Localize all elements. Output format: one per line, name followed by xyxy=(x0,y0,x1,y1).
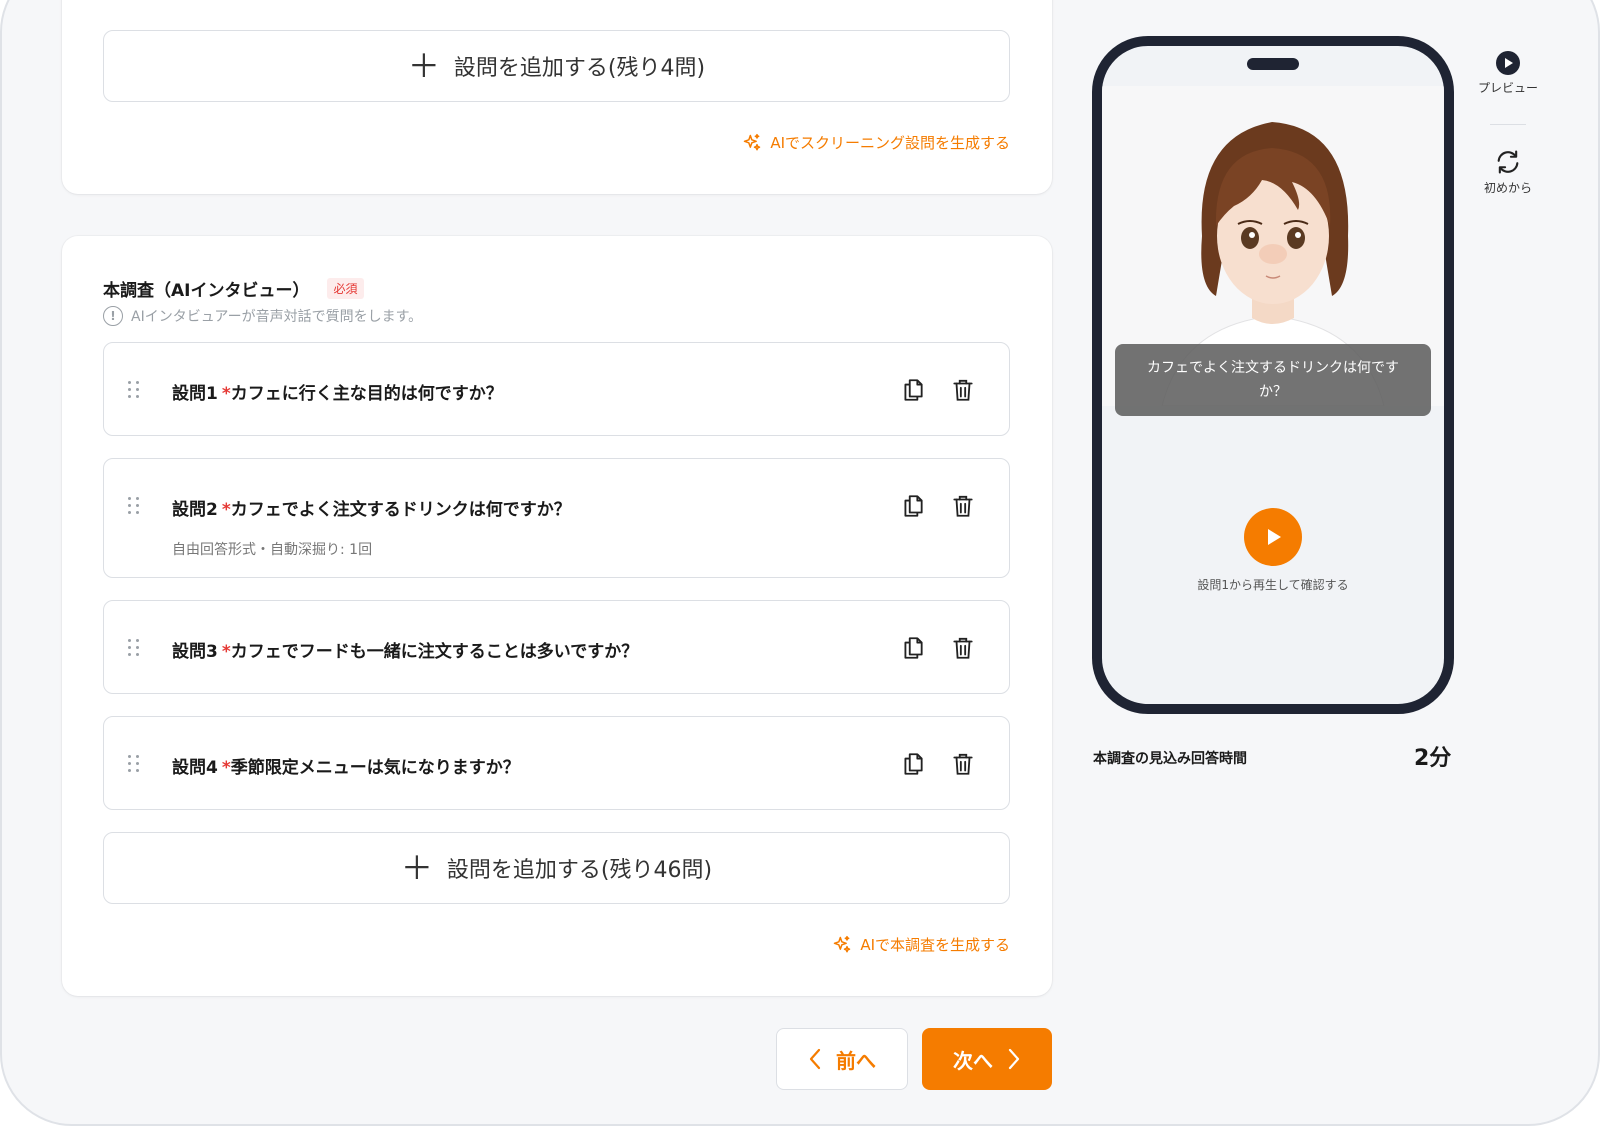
speech-caption: カフェでよく注文するドリンクは何ですか？ xyxy=(1115,344,1431,416)
ai-generate-main-label: AIで本調査を生成する xyxy=(860,936,1010,954)
restart-tool[interactable]: 初めから xyxy=(1468,148,1548,196)
add-screening-question-button[interactable]: ＋ 設問を追加する(残り4問) xyxy=(103,30,1010,102)
next-button[interactable]: 次へ xyxy=(922,1028,1052,1090)
question-body: カフェでよく注文するドリンクは何ですか？ xyxy=(230,500,571,520)
add-main-question-button[interactable]: ＋ 設問を追加する(残り46問) xyxy=(103,832,1010,904)
drag-handle-icon[interactable] xyxy=(128,639,142,659)
restart-tool-label: 初めから xyxy=(1483,181,1532,195)
drag-handle-icon[interactable] xyxy=(128,381,142,401)
avatar-area: カフェでよく注文するドリンクは何ですか？ xyxy=(1102,86,1444,416)
section-title: 本調査（AIインタビュー） 必須 xyxy=(103,276,364,301)
copy-icon[interactable] xyxy=(900,635,926,661)
copy-icon[interactable] xyxy=(900,751,926,777)
section-title-text: 本調査（AIインタビュー） xyxy=(103,281,310,301)
required-asterisk: * xyxy=(221,500,231,520)
copy-icon[interactable] xyxy=(900,377,926,403)
preview-tool[interactable]: プレビュー xyxy=(1468,50,1548,96)
question-body: カフェに行く主な目的は何ですか？ xyxy=(230,384,503,404)
add-screening-label: 設問を追加する(残り4問) xyxy=(453,56,706,81)
trash-icon[interactable] xyxy=(950,377,976,403)
question-card-2[interactable]: 設問2 *カフェでよく注文するドリンクは何ですか？ 自由回答形式・自動深掘り: 1… xyxy=(103,458,1010,578)
refresh-icon xyxy=(1497,150,1519,174)
question-text-4: 設問4 *季節限定メニューは気になりますか？ xyxy=(172,753,520,778)
question-meta: 自由回答形式・自動深掘り: 1回 xyxy=(172,542,373,558)
phone-preview: カフェでよく注文するドリンクは何ですか？ 設問1から再生して確認する xyxy=(1092,36,1454,714)
phone-notch xyxy=(1247,58,1299,70)
question-number: 設問2 xyxy=(172,500,218,520)
play-icon xyxy=(1268,529,1281,545)
chevron-right-icon xyxy=(1008,1048,1020,1070)
drag-handle-icon[interactable] xyxy=(128,497,142,517)
play-circle-icon xyxy=(1496,51,1520,75)
question-card-1[interactable]: 設問1 *カフェに行く主な目的は何ですか？ xyxy=(103,342,1010,436)
plus-icon: ＋ xyxy=(400,849,433,887)
ai-generate-main-link[interactable]: AIで本調査を生成する xyxy=(832,934,1010,955)
question-card-3[interactable]: 設問3 *カフェでフードも一緒に注文することは多いですか？ xyxy=(103,600,1010,694)
trash-icon[interactable] xyxy=(950,751,976,777)
question-number: 設問4 xyxy=(172,758,218,778)
drag-handle-icon[interactable] xyxy=(128,755,142,775)
question-body: カフェでフードも一緒に注文することは多いですか？ xyxy=(230,642,639,662)
play-label: 設問1から再生して確認する xyxy=(1197,578,1349,592)
question-number: 設問3 xyxy=(172,642,218,662)
screening-card: ＋ 設問を追加する(残り4問) AIでスクリーニング設問を生成する xyxy=(62,0,1052,194)
question-body: 季節限定メニューは気になりますか？ xyxy=(230,758,520,778)
question-text-1: 設問1 *カフェに行く主な目的は何ですか？ xyxy=(172,379,503,404)
question-number: 設問1 xyxy=(172,384,218,404)
add-main-label: 設問を追加する(残り46問) xyxy=(446,858,713,883)
sparkle-icon xyxy=(744,133,761,150)
section-subtitle-text: AIインタビュアーが音声対話で質問をします。 xyxy=(131,309,423,325)
preview-tool-label: プレビュー xyxy=(1477,81,1538,95)
trash-icon[interactable] xyxy=(950,635,976,661)
plus-icon: ＋ xyxy=(407,47,440,85)
info-icon: ! xyxy=(103,306,123,326)
sparkle-icon xyxy=(834,935,851,952)
side-divider xyxy=(1490,124,1526,125)
prev-button[interactable]: 前へ xyxy=(776,1028,908,1090)
next-label: 次へ xyxy=(953,1048,993,1073)
question-card-4[interactable]: 設問4 *季節限定メニューは気になりますか？ xyxy=(103,716,1010,810)
required-asterisk: * xyxy=(221,642,231,662)
main-survey-card: 本調査（AIインタビュー） 必須 ! AIインタビュアーが音声対話で質問をします… xyxy=(62,236,1052,996)
estimate-label: 本調査の見込み回答時間 xyxy=(1093,751,1247,767)
ai-generate-screening-link[interactable]: AIでスクリーニング設問を生成する xyxy=(742,132,1010,153)
play-button[interactable] xyxy=(1244,508,1302,566)
ai-generate-screening-label: AIでスクリーニング設問を生成する xyxy=(770,134,1010,152)
required-badge: 必須 xyxy=(327,278,364,299)
required-asterisk: * xyxy=(221,758,231,778)
question-text-2: 設問2 *カフェでよく注文するドリンクは何ですか？ xyxy=(172,495,571,520)
chevron-left-icon xyxy=(809,1048,821,1070)
required-asterisk: * xyxy=(221,384,231,404)
estimate-value: 2分 xyxy=(1414,746,1452,771)
question-text-3: 設問3 *カフェでフードも一緒に注文することは多いですか？ xyxy=(172,637,638,662)
trash-icon[interactable] xyxy=(950,493,976,519)
section-subtitle: ! AIインタビュアーが音声対話で質問をします。 xyxy=(103,306,422,326)
app-frame: ＋ 設問を追加する(残り4問) AIでスクリーニング設問を生成する 本調査（AI… xyxy=(0,0,1600,1126)
prev-label: 前へ xyxy=(836,1048,876,1073)
copy-icon[interactable] xyxy=(900,493,926,519)
